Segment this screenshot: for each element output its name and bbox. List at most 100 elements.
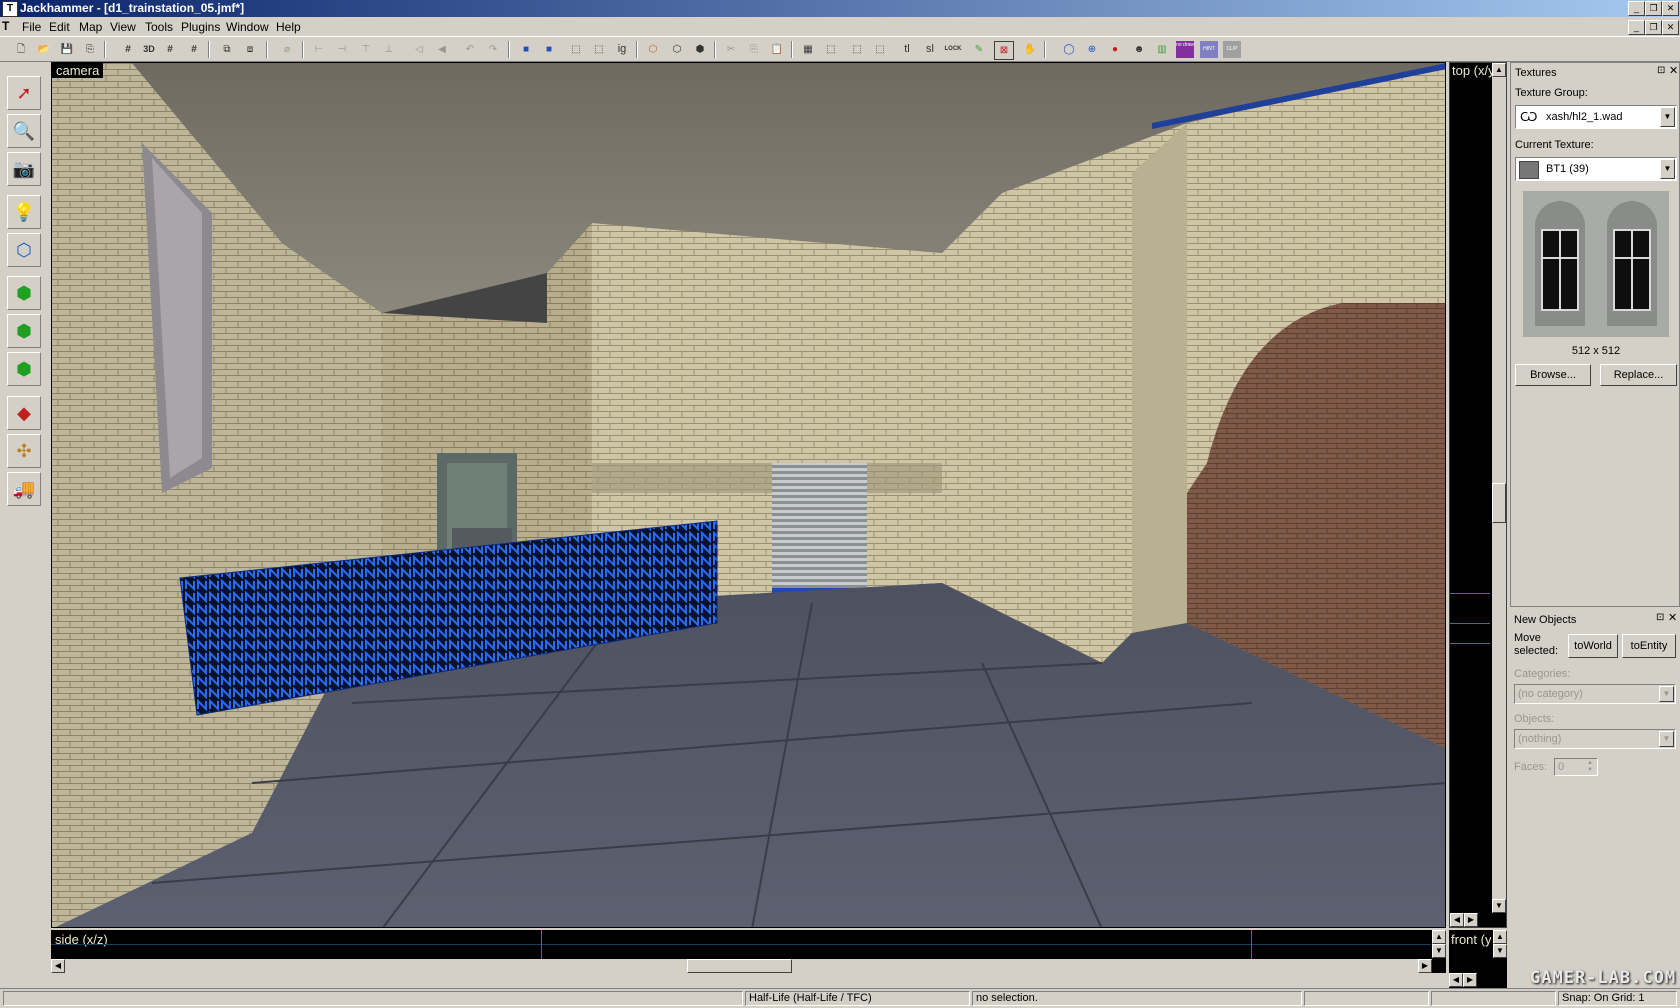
open-file-icon[interactable]: 📂	[35, 41, 53, 58]
pin-icon[interactable]: ⊡	[1657, 65, 1665, 76]
scroll-up-icon[interactable]: ▲	[1492, 63, 1506, 77]
document-icon[interactable]: T	[2, 19, 16, 33]
align-left-icon[interactable]: ⊢	[310, 41, 328, 58]
scroll-thumb[interactable]	[1492, 483, 1506, 523]
close-icon[interactable]: ✕	[1662, 1, 1679, 16]
texture-scale-lock-icon[interactable]: ⬚	[822, 41, 840, 58]
jackhammer-icon[interactable]: T	[2, 1, 18, 17]
new-file-icon[interactable]: 🗋	[12, 41, 30, 58]
scroll-left-icon[interactable]: ◀	[1450, 913, 1464, 927]
grid-icon[interactable]: #	[119, 41, 137, 58]
clip-button[interactable]: CLIP	[1223, 41, 1241, 58]
camera-tool-icon[interactable]: 📷	[7, 152, 41, 186]
select-all-icon[interactable]: ⬚	[567, 41, 585, 58]
scroll-up-icon[interactable]: ▲	[1432, 930, 1446, 944]
apply-texture-icon[interactable]: ⬢	[7, 314, 41, 348]
carve-icon[interactable]: ⧉	[218, 41, 236, 58]
doc-minimize-icon[interactable]: _	[1628, 20, 1645, 35]
sl-button[interactable]: sl	[921, 41, 939, 58]
menu-edit[interactable]: Edit	[43, 20, 76, 34]
chevron-down-icon[interactable]: ▼	[1660, 159, 1675, 179]
align-top-icon[interactable]: ⊤	[357, 41, 375, 58]
texture-preview[interactable]	[1523, 191, 1669, 337]
clip-faces-icon[interactable]: ⊠	[994, 41, 1014, 60]
scroll-left-icon[interactable]: ◀	[1449, 973, 1463, 987]
box-wire-icon[interactable]: ⬡	[668, 41, 686, 58]
replace-button[interactable]: Replace...	[1600, 364, 1677, 386]
menu-plugins[interactable]: Plugins	[175, 20, 226, 34]
save-icon[interactable]: 💾	[58, 41, 76, 58]
grid-smaller-icon[interactable]: #	[161, 41, 179, 58]
chevron-down-icon[interactable]: ▼	[1660, 107, 1675, 127]
scroll-right-icon[interactable]: ▶	[1463, 973, 1477, 987]
menu-tools[interactable]: Tools	[139, 20, 179, 34]
copy-icon[interactable]: ⎘	[745, 41, 763, 58]
overlay-tool-icon[interactable]: ◆	[7, 396, 41, 430]
lock-button[interactable]: LOCK	[944, 41, 962, 58]
group-icon[interactable]: ⌀	[278, 41, 296, 58]
scroll-down-icon[interactable]: ▼	[1492, 899, 1506, 913]
fit-icon[interactable]: ⬚	[848, 41, 866, 58]
scroll-right-icon[interactable]: ▶	[1418, 959, 1432, 973]
scroll-down-icon[interactable]: ▼	[1493, 944, 1507, 958]
grid-larger-icon[interactable]: #	[185, 41, 203, 58]
scroll-thumb[interactable]	[687, 959, 792, 973]
front-viewport[interactable]: front (y/z) ▲ ▼ ◀ ▶	[1449, 930, 1507, 988]
doc-restore-icon[interactable]: ❐	[1645, 20, 1662, 35]
hollow-icon[interactable]: ⧈	[241, 41, 259, 58]
panel-close-icon[interactable]: ✕	[1669, 64, 1678, 77]
texture-application-icon[interactable]: ⬢	[7, 276, 41, 310]
scroll-left-icon[interactable]: ◀	[51, 959, 65, 973]
book-icon[interactable]: ▥	[1153, 41, 1171, 58]
arrow-circle-icon[interactable]: ⊕	[1083, 41, 1101, 58]
scroll-up-icon[interactable]: ▲	[1493, 930, 1507, 944]
browse-button[interactable]: Browse...	[1515, 364, 1591, 386]
run-map-icon[interactable]: ✎	[970, 41, 988, 58]
panel-close-icon[interactable]: ✕	[1668, 611, 1677, 624]
align-right-icon[interactable]: ⊣	[333, 41, 351, 58]
to-world-button[interactable]: toWorld	[1568, 634, 1618, 658]
character-icon[interactable]: ☻	[1130, 41, 1148, 58]
paste-icon[interactable]: 📋	[768, 41, 786, 58]
undo-icon[interactable]: ↶	[461, 41, 479, 58]
texture-group-select[interactable]: Ѡ xash/hl2_1.wad ▼	[1515, 105, 1677, 129]
3d-grid-icon[interactable]: 3D	[140, 41, 158, 58]
box-solid-icon[interactable]: ⬡	[644, 41, 662, 58]
categories-select[interactable]: (no category) ▼	[1514, 684, 1676, 704]
box-textured-icon[interactable]: ⬢	[691, 41, 709, 58]
menu-view[interactable]: View	[104, 20, 142, 34]
nodraw-button[interactable]: no draw	[1176, 41, 1194, 58]
pin-icon[interactable]: ⊡	[1656, 612, 1664, 623]
entity-tool-icon[interactable]: 💡	[7, 195, 41, 229]
to-entity-button[interactable]: toEntity	[1622, 634, 1676, 658]
top-viewport[interactable]: top (x/y) ▲ ▼ ◀ ▶	[1449, 62, 1507, 928]
flip-vertical-icon[interactable]: ◀	[433, 41, 451, 58]
cut-icon[interactable]: ✂	[722, 41, 740, 58]
hint-button[interactable]: HINT	[1200, 41, 1218, 58]
side-viewport-hscroll[interactable]: ◀ ▶	[51, 959, 1432, 973]
select-none-icon[interactable]: ⬚	[590, 41, 608, 58]
ignore-groups-button[interactable]: ig	[613, 41, 631, 58]
magnify-tool-icon[interactable]: 🔍	[7, 114, 41, 148]
redo-icon[interactable]: ↷	[484, 41, 502, 58]
chevron-down-icon[interactable]: ▼	[1659, 686, 1674, 702]
path-tool-icon[interactable]: ✣	[7, 434, 41, 468]
current-texture-select[interactable]: BT1 (39) ▼	[1515, 157, 1677, 181]
scroll-right-icon[interactable]: ▶	[1464, 913, 1478, 927]
faces-spinner[interactable]: 0 ▲ ▼	[1554, 758, 1598, 776]
light-dots-icon[interactable]: ●	[1106, 41, 1124, 58]
maximize-icon[interactable]: ❐	[1645, 1, 1662, 16]
align-bottom-icon[interactable]: ⊥	[380, 41, 398, 58]
smooth-icon[interactable]: ✋	[1021, 41, 1039, 58]
block-tool-icon[interactable]: ⬡	[7, 233, 41, 267]
tl-button[interactable]: tl	[898, 41, 916, 58]
menu-help[interactable]: Help	[270, 20, 307, 34]
selection-tool-icon[interactable]: ➚	[7, 76, 41, 110]
camera-viewport[interactable]: camera	[51, 62, 1446, 928]
menu-window[interactable]: Window	[220, 20, 275, 34]
objects-select[interactable]: (nothing) ▼	[1514, 729, 1676, 749]
to-entity-icon[interactable]: ■	[517, 41, 535, 58]
spinner-arrows-icon[interactable]: ▲ ▼	[1584, 760, 1596, 774]
chevron-down-icon[interactable]: ▼	[1659, 731, 1674, 747]
texture-lock-icon[interactable]: ▦	[799, 41, 817, 58]
